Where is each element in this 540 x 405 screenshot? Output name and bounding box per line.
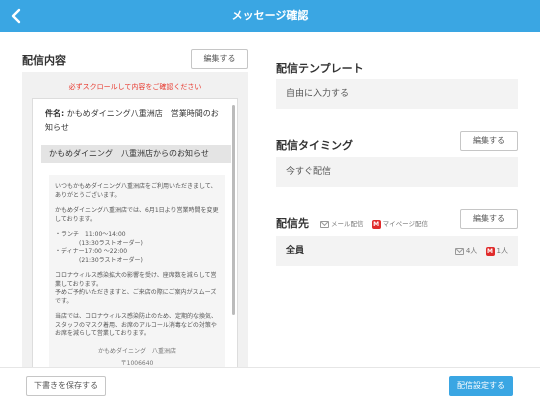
mypage-count: 1人 [496,247,508,255]
recipient-name: 全員 [286,246,305,256]
mail-heading: かもめダイニング 八重洲店からのお知らせ [41,145,231,163]
edit-content-button[interactable]: 編集する [191,49,248,69]
email-subject: 件名: かもめダイニング八重洲店 営業時間のお知らせ [45,107,225,135]
edit-timing-button[interactable]: 編集する [460,131,518,151]
recipient-row: 全員 4人 M 1人 [276,236,518,266]
mypage-icon: M [371,219,381,229]
content-section-label: 配信内容 [22,54,66,67]
body-paragraph: かもめダイニング八重洲店では、6月1日より営業時間を変更しております。 [55,207,219,223]
mail-footer-postcode: 〒1006640 [120,359,154,367]
preview-card: 件名: かもめダイニング八重洲店 営業時間のお知らせ かもめダイニング 八重洲店… [32,98,238,372]
mail-icon [320,220,329,228]
body-paragraph: 当店では、コロナウィルス感染防止のため、定期的な換気、スタッフのマスク着用、お席… [55,313,218,337]
mail-icon [454,247,464,255]
destination-chips: メール配信 M マイページ配信 [320,218,428,230]
recipient-counts: 4人 M 1人 [454,236,508,266]
template-label: 配信テンプレート [276,62,364,75]
mail-body: いつもかもめダイニング八重洲店をご利用いただきまして、ありがとうございます。 か… [49,175,225,372]
mail-chip-label: メール配信 [331,220,364,228]
edit-destination-button[interactable]: 編集する [460,209,518,229]
subject-text: かもめダイニング八重洲店 営業時間のお知らせ [45,109,219,132]
message-preview-panel[interactable]: 必ずスクロールして内容をご確認ください 件名: かもめダイニング八重洲店 営業時… [22,72,248,372]
bottom-action-bar: 下書きを保存する 配信設定する [0,367,540,405]
page-title: メッセージ確認 [231,9,309,22]
mypage-icon: M [485,246,495,256]
mypage-chip-label: マイページ配信 [382,220,428,228]
preview-scrollbar[interactable] [232,105,235,315]
mail-count: 4人 [465,247,478,255]
scroll-warning: 必ずスクロールして内容をご確認ください [68,83,202,91]
timing-field: 今すぐ配信 [276,157,518,187]
app-header: メッセージ確認 [0,0,540,32]
body-paragraph: ・ランチ 11:00〜14:00 (13:30ラストオーダー) ・ディナー17:… [55,231,143,264]
subject-prefix: 件名: [45,109,65,118]
body-paragraph: コロナウィルス感染拡大の影響を受け、座席数を減らして営業しております。 予めご予… [55,272,217,305]
destination-label: 配信先 [276,217,309,230]
template-field[interactable]: 自由に入力する [276,79,518,109]
save-draft-button[interactable]: 下書きを保存する [26,376,106,396]
body-paragraph: いつもかもめダイニング八重洲店をご利用いただきまして、ありがとうございます。 [55,183,217,199]
mail-footer-name: かもめダイニング 八重洲店 [97,347,176,355]
timing-label: 配信タイミング [276,139,353,152]
submit-delivery-button[interactable]: 配信設定する [449,376,513,396]
